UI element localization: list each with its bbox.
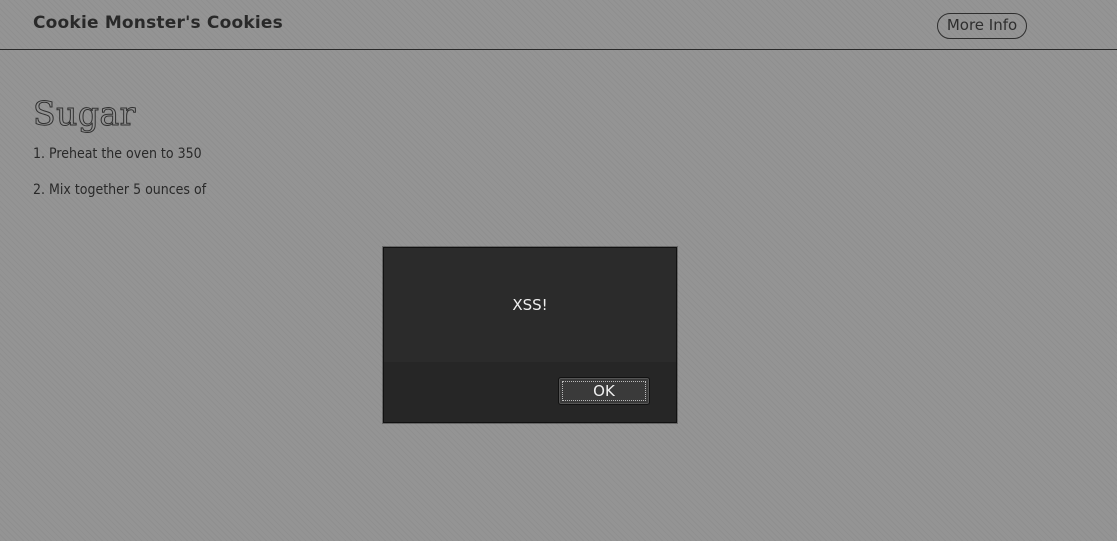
ok-button[interactable]: OK (558, 377, 650, 405)
ok-button-label: OK (593, 382, 615, 400)
alert-message: XSS! (512, 296, 548, 314)
